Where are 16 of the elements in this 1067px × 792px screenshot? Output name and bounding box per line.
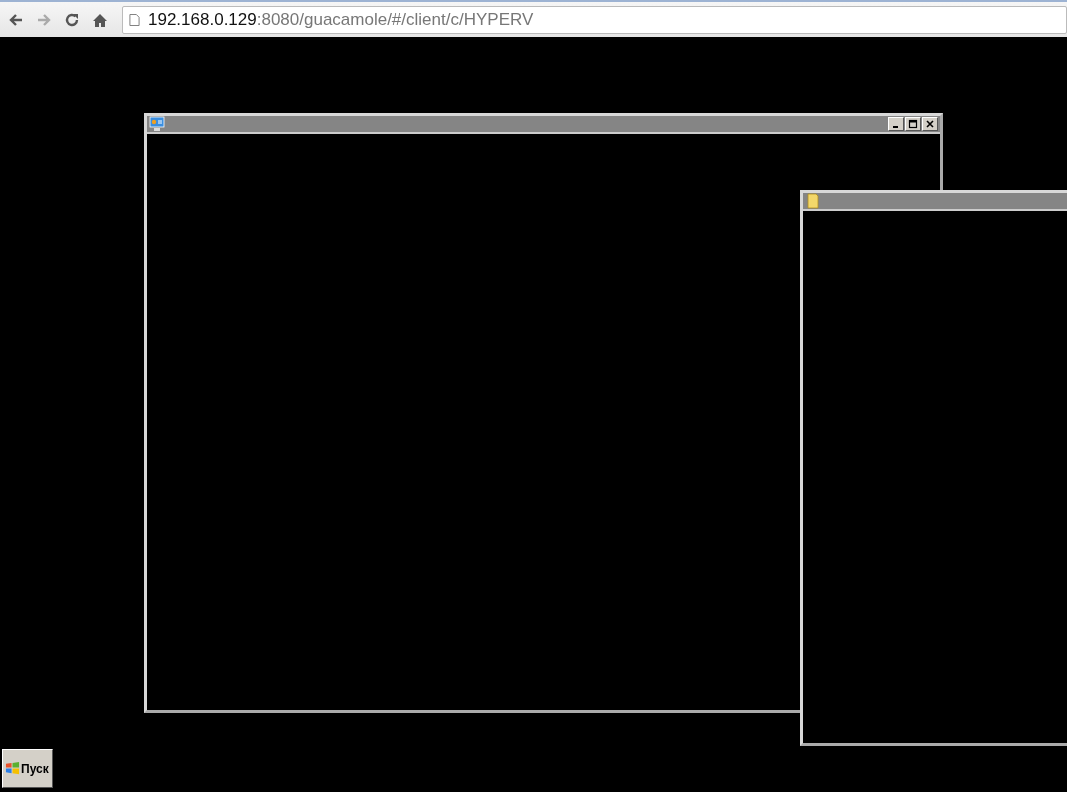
maximize-icon xyxy=(908,119,918,129)
close-button[interactable] xyxy=(922,117,938,131)
title-bar[interactable] xyxy=(803,193,1067,211)
start-button[interactable]: Пуск xyxy=(2,749,53,788)
reload-icon[interactable] xyxy=(64,11,80,28)
windows-flag-icon xyxy=(5,761,20,776)
monitor-icon xyxy=(149,116,165,132)
minimize-button[interactable] xyxy=(888,117,904,131)
home-icon[interactable] xyxy=(92,11,108,28)
page-icon xyxy=(129,12,140,27)
address-field[interactable]: 192.168.0.129:8080/guacamole/#/client/c/HYPERV xyxy=(122,5,1067,34)
minimize-icon xyxy=(892,126,898,128)
close-icon xyxy=(925,119,935,129)
folder-icon xyxy=(805,193,821,209)
maximize-button[interactable] xyxy=(905,117,921,131)
back-icon[interactable] xyxy=(8,11,24,28)
